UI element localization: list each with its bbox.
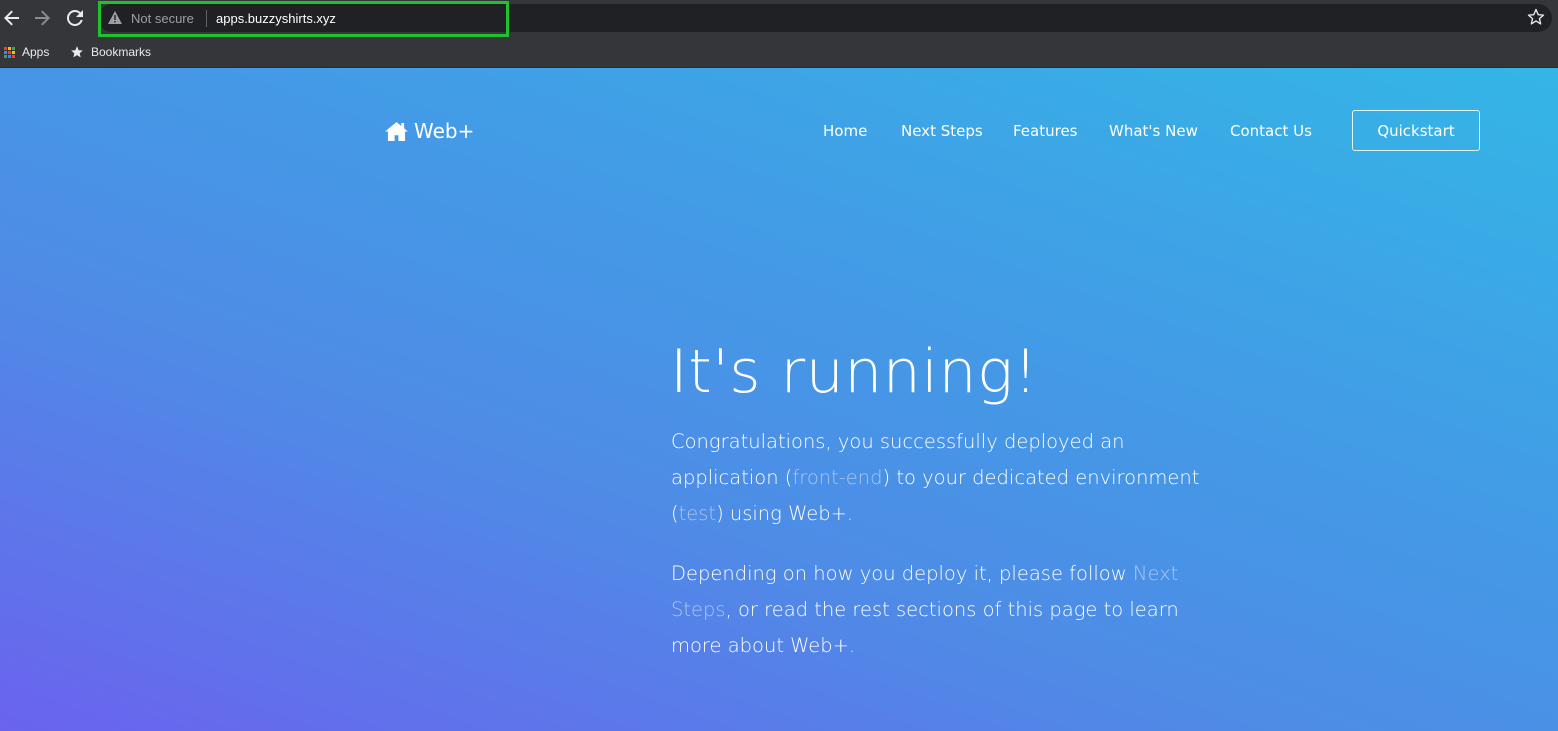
hero-title: It's running! (670, 337, 1039, 407)
para2-text-1: Depending on how you deploy it, please f… (671, 562, 1133, 585)
para2-text-2: , or read the rest sections of this page… (671, 598, 1179, 657)
arrow-left-icon (4, 10, 19, 26)
nav-next-steps[interactable]: Next Steps (901, 122, 983, 140)
reload-button[interactable] (63, 6, 87, 30)
quickstart-button[interactable]: Quickstart (1352, 110, 1480, 151)
brand-name: Web+ (414, 119, 475, 143)
address-bar-highlight (98, 1, 509, 37)
nav-whats-new[interactable]: What's New (1109, 122, 1198, 140)
nav-home[interactable]: Home (823, 122, 867, 140)
environment-name: test (678, 502, 717, 525)
bookmark-apps-label: Apps (22, 45, 50, 59)
nav-contact-us[interactable]: Contact Us (1230, 122, 1312, 140)
hero-paragraph-1: Congratulations, you successfully deploy… (671, 424, 1231, 532)
reload-icon (67, 10, 83, 26)
nav-features[interactable]: Features (1013, 122, 1078, 140)
app-name: front-end (792, 466, 883, 489)
bookmark-star-icon[interactable] (1527, 8, 1545, 26)
page-content: Web+ Home Next Steps Features What's New… (0, 68, 1558, 731)
bookmark-bookmarks[interactable]: Bookmarks (70, 41, 151, 63)
arrow-right-icon (35, 10, 50, 26)
para1-text-3: ) using Web+. (716, 502, 854, 525)
browser-toolbar: Not secure apps.buzzyshirts.xyz (0, 0, 1558, 37)
hero-paragraph-2: Depending on how you deploy it, please f… (671, 556, 1231, 664)
apps-grid-icon (4, 46, 15, 58)
star-icon (71, 46, 83, 58)
bookmark-apps[interactable]: Apps (4, 41, 49, 63)
home-icon (385, 121, 408, 141)
back-button[interactable] (0, 6, 24, 30)
brand-link[interactable]: Web+ (385, 119, 474, 143)
forward-button[interactable] (30, 6, 54, 30)
bookmark-bookmarks-label: Bookmarks (91, 45, 152, 59)
bookmarks-bar: Apps Bookmarks (0, 37, 1558, 68)
